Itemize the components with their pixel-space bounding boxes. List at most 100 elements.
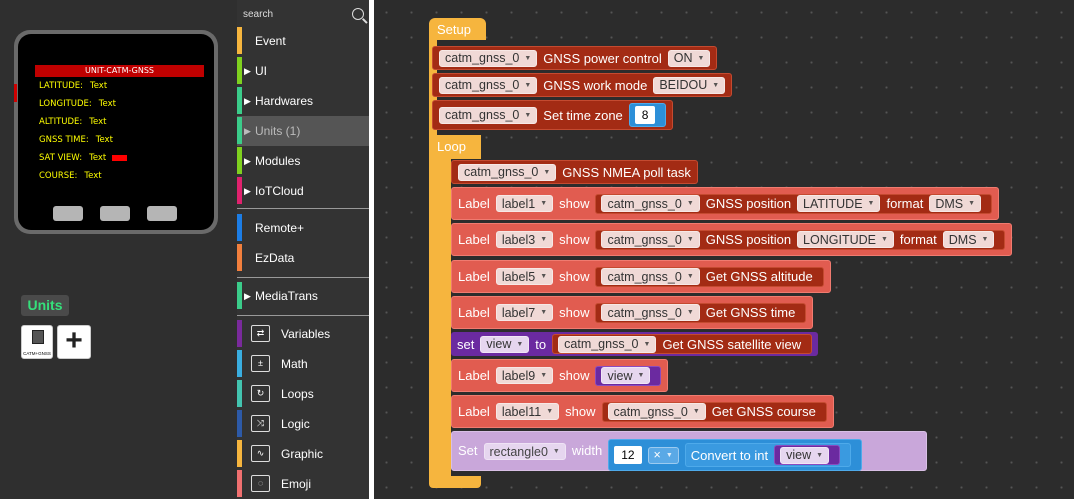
label11-show-block[interactable]: Label label11 ▼ show catm_gnss_0 ▼ Get GNS… (451, 395, 834, 428)
device-button-a[interactable] (53, 206, 83, 221)
set-time-zone-block[interactable]: catm_gnss_0 ▼ Set time zone 8 (432, 100, 674, 130)
multiply-block[interactable]: 12 × ▼ Convert to int view ▼ (608, 439, 863, 471)
label-dropdown[interactable]: label5 ▼ (495, 268, 554, 285)
variable-dropdown[interactable]: view ▼ (780, 446, 830, 464)
label1-show-block[interactable]: Label label1 ▼ show catm_gnss_0 ▼ GNSS pos… (451, 187, 1000, 220)
category-graphic[interactable]: ∿ Graphic (237, 439, 370, 469)
convert-to-int-block[interactable]: Convert to int view ▼ (684, 443, 852, 467)
toolbox-divider (237, 277, 370, 278)
unit-catm-gnss-tile[interactable]: CATM+GNSS (21, 325, 53, 359)
setup-block[interactable]: Setup (429, 18, 486, 40)
unit-dropdown[interactable]: catm_gnss_0 ▼ (439, 106, 538, 124)
category-emoji[interactable]: ◌ Emoji (237, 469, 370, 499)
unit-dropdown[interactable]: catm_gnss_0 ▼ (607, 403, 706, 420)
chevron-down-icon: ▼ (981, 236, 989, 243)
category-math[interactable]: ± Math (237, 349, 370, 379)
label-dropdown[interactable]: label11 ▼ (495, 403, 560, 420)
work-mode-dropdown[interactable]: BEIDOU ▼ (653, 76, 726, 94)
chevron-down-icon: ▼ (540, 372, 548, 379)
multiply-operand-input[interactable]: 12 (614, 446, 642, 464)
label-dropdown[interactable]: label3 ▼ (495, 231, 554, 248)
time-zone-input[interactable]: 8 (634, 106, 656, 124)
category-iotcloud[interactable]: ▶ IoTCloud (237, 176, 370, 206)
search-placeholder: search (243, 9, 274, 20)
expand-arrow-icon[interactable]: ▶ (244, 176, 251, 206)
category-mediatrans[interactable]: ▶ MediaTrans (237, 281, 370, 311)
variables-icon: ⇄ (251, 325, 270, 342)
search-icon[interactable] (352, 8, 364, 20)
operator-dropdown[interactable]: × ▼ (647, 446, 679, 464)
variable-view-block[interactable]: view ▼ (774, 445, 841, 465)
screen-row-course[interactable]: COURSE: Text (35, 167, 204, 185)
label-dropdown[interactable]: label1 ▼ (495, 195, 554, 212)
gnss-altitude-block[interactable]: catm_gnss_0 ▼ Get GNSS altitude (595, 266, 824, 287)
expand-arrow-icon[interactable]: ▶ (244, 116, 251, 146)
category-loops[interactable]: ↻ Loops (237, 379, 370, 409)
variable-dropdown[interactable]: view ▼ (480, 335, 530, 353)
screen-row-altitude[interactable]: ALTITUDE: Text (35, 113, 204, 131)
chevron-down-icon: ▼ (540, 200, 548, 207)
category-hardwares[interactable]: ▶ Hardwares (237, 86, 370, 116)
set-rectangle-width-block[interactable]: Set rectangle0 ▼ width 12 × ▼ Convert to i… (451, 431, 927, 471)
gnss-course-block[interactable]: catm_gnss_0 ▼ Get GNSS course (601, 401, 827, 422)
category-variables[interactable]: ⇄ Variables (237, 319, 370, 349)
gnss-nmea-poll-block[interactable]: catm_gnss_0 ▼ GNSS NMEA poll task (451, 160, 698, 184)
rectangle-widget[interactable] (112, 154, 128, 161)
variable-view-block[interactable]: view ▼ (595, 365, 662, 386)
category-ui[interactable]: ▶ UI (237, 56, 370, 86)
label3-show-block[interactable]: Label label3 ▼ show catm_gnss_0 ▼ GNSS pos… (451, 223, 1013, 256)
category-remote[interactable]: Remote+ (237, 213, 370, 243)
position-dropdown[interactable]: LATITUDE ▼ (797, 195, 881, 212)
unit-dropdown[interactable]: catm_gnss_0 ▼ (601, 268, 700, 285)
category-units[interactable]: ▶ Units (1) (237, 116, 370, 146)
unit-dropdown[interactable]: catm_gnss_0 ▼ (601, 304, 700, 321)
gnss-time-block[interactable]: catm_gnss_0 ▼ Get GNSS time (595, 302, 807, 323)
expand-arrow-icon[interactable]: ▶ (244, 146, 251, 176)
category-ezdata[interactable]: EzData (237, 243, 370, 273)
screen-row-sat-view[interactable]: SAT VIEW: Text (35, 149, 204, 167)
label-dropdown[interactable]: label9 ▼ (495, 367, 554, 384)
format-dropdown[interactable]: DMS ▼ (929, 195, 982, 212)
unit-dropdown[interactable]: catm_gnss_0 ▼ (601, 195, 700, 212)
chevron-down-icon: ▼ (867, 200, 875, 207)
gnss-satellite-view-block[interactable]: catm_gnss_0 ▼ Get GNSS satellite view (552, 334, 813, 354)
label-dropdown[interactable]: label7 ▼ (495, 304, 554, 321)
expand-arrow-icon[interactable]: ▶ (244, 281, 251, 311)
category-event[interactable]: Event (237, 26, 370, 56)
gnss-position-block[interactable]: catm_gnss_0 ▼ GNSS position LATITUDE ▼ for… (595, 193, 993, 214)
label5-show-block[interactable]: Label label5 ▼ show catm_gnss_0 ▼ Get GNSS… (451, 260, 831, 293)
chevron-down-icon: ▼ (540, 309, 548, 316)
screen-row-longitude[interactable]: LONGITUDE: Text (35, 95, 204, 113)
chevron-down-icon: ▼ (540, 273, 548, 280)
position-dropdown[interactable]: LONGITUDE ▼ (797, 231, 894, 248)
label7-show-block[interactable]: Label label7 ▼ show catm_gnss_0 ▼ Get GNSS… (451, 296, 814, 329)
category-modules[interactable]: ▶ Modules (237, 146, 370, 176)
unit-dropdown[interactable]: catm_gnss_0 ▼ (458, 163, 557, 181)
power-option-dropdown[interactable]: ON ▼ (667, 49, 711, 67)
expand-arrow-icon[interactable]: ▶ (244, 86, 251, 116)
variable-dropdown[interactable]: view ▼ (601, 367, 651, 384)
format-dropdown[interactable]: DMS ▼ (942, 231, 995, 248)
label9-show-block[interactable]: Label label9 ▼ show view ▼ (451, 359, 669, 392)
add-unit-button[interactable]: + (57, 325, 91, 359)
toolbox-search[interactable]: search (241, 6, 366, 24)
emoji-icon: ◌ (251, 475, 270, 492)
gnss-power-control-block[interactable]: catm_gnss_0 ▼ GNSS power control ON ▼ (432, 46, 718, 70)
unit-dropdown[interactable]: catm_gnss_0 ▼ (439, 76, 538, 94)
unit-dropdown[interactable]: catm_gnss_0 ▼ (439, 49, 538, 67)
expand-arrow-icon[interactable]: ▶ (244, 56, 251, 86)
screen-row-latitude[interactable]: LATITUDE: Text (35, 77, 204, 95)
set-view-block[interactable]: set view ▼ to catm_gnss_0 ▼ Get GNSS satel… (451, 332, 819, 356)
unit-dropdown[interactable]: catm_gnss_0 ▼ (558, 335, 657, 353)
device-button-b[interactable] (100, 206, 130, 221)
chevron-down-icon: ▼ (516, 340, 524, 348)
loop-block[interactable]: Loop (429, 135, 481, 159)
unit-dropdown[interactable]: catm_gnss_0 ▼ (601, 231, 700, 248)
category-logic[interactable]: ⤨ Logic (237, 409, 370, 439)
device-button-c[interactable] (147, 206, 177, 221)
screen-row-gnss-time[interactable]: GNSS TIME: Text (35, 131, 204, 149)
gnss-work-mode-block[interactable]: catm_gnss_0 ▼ GNSS work mode BEIDOU ▼ (432, 73, 733, 97)
rectangle-dropdown[interactable]: rectangle0 ▼ (483, 443, 566, 460)
gnss-position-block[interactable]: catm_gnss_0 ▼ GNSS position LONGITUDE ▼ fo… (595, 229, 1006, 250)
chevron-down-icon: ▼ (637, 372, 645, 379)
